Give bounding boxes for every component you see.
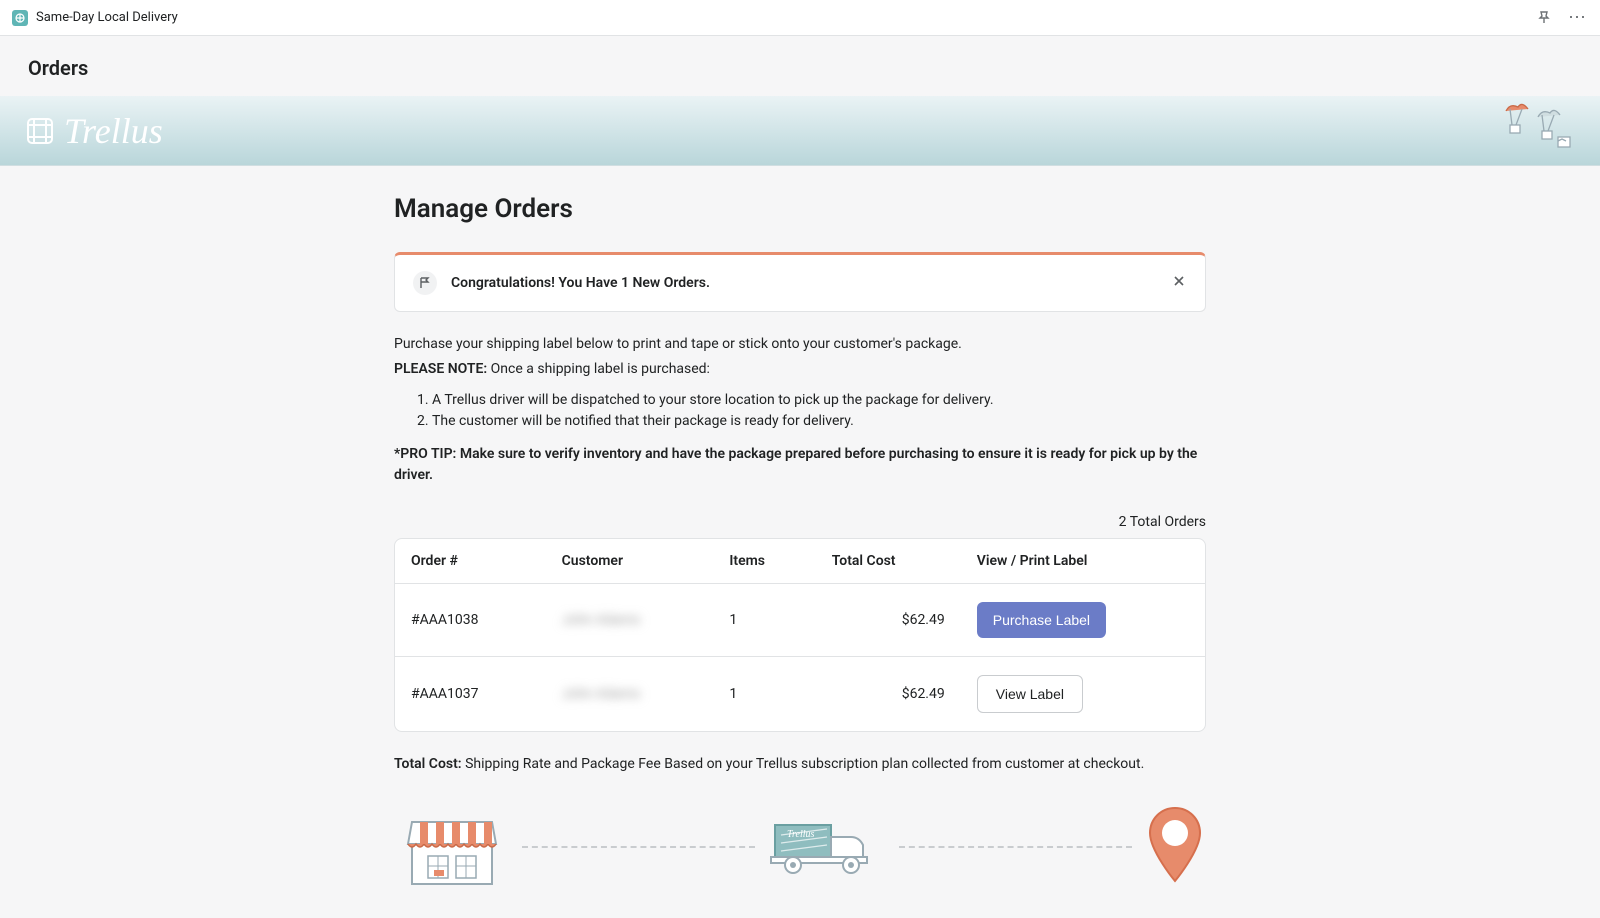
info-intro: Purchase your shipping label below to pr… bbox=[394, 334, 1206, 355]
orders-table: Order # Customer Items Total Cost View /… bbox=[394, 538, 1206, 732]
table-row: #AAA1037 John Adams 1 $62.49 View Label bbox=[395, 657, 1205, 731]
th-order-num: Order # bbox=[395, 539, 546, 584]
journey-line bbox=[899, 846, 1132, 848]
cell-customer: John Adams bbox=[546, 657, 714, 731]
brand-banner: Trellus bbox=[0, 96, 1600, 166]
close-icon[interactable] bbox=[1171, 273, 1187, 293]
th-customer: Customer bbox=[546, 539, 714, 584]
th-view-print: View / Print Label bbox=[961, 539, 1205, 584]
view-label-button[interactable]: View Label bbox=[977, 675, 1083, 713]
info-please-note: PLEASE NOTE: Once a shipping label is pu… bbox=[394, 359, 1206, 380]
content: Manage Orders Congratulations! You Have … bbox=[0, 166, 1600, 918]
app-title: Same-Day Local Delivery bbox=[36, 10, 178, 25]
container: Manage Orders Congratulations! You Have … bbox=[394, 194, 1206, 890]
table-row: #AAA1038 John Adams 1 $62.49 Purchase La… bbox=[395, 584, 1205, 657]
banner-left: Trellus bbox=[24, 110, 163, 152]
please-note-text: Once a shipping label is purchased: bbox=[487, 361, 710, 377]
cell-total-cost: $62.49 bbox=[816, 657, 961, 731]
info-list-item-1: A Trellus driver will be dispatched to y… bbox=[432, 390, 1206, 411]
page-title: Orders bbox=[28, 56, 1572, 80]
page-header: Orders bbox=[0, 36, 1600, 96]
brand-name: Trellus bbox=[64, 110, 163, 152]
cell-action: View Label bbox=[961, 657, 1205, 731]
alert-banner: Congratulations! You Have 1 New Orders. bbox=[394, 252, 1206, 312]
cell-customer: John Adams bbox=[546, 584, 714, 657]
truck-icon: Trellus bbox=[767, 815, 887, 879]
th-total-cost: Total Cost bbox=[816, 539, 961, 584]
topbar: Same-Day Local Delivery ⋯ bbox=[0, 0, 1600, 36]
svg-text:Trellus: Trellus bbox=[787, 829, 815, 840]
cell-total-cost: $62.49 bbox=[816, 584, 961, 657]
store-icon bbox=[394, 804, 510, 890]
topbar-right: ⋯ bbox=[1536, 7, 1588, 28]
journey-line bbox=[522, 846, 755, 848]
brand-logo-icon bbox=[24, 115, 56, 147]
cell-items: 1 bbox=[713, 584, 815, 657]
topbar-left: Same-Day Local Delivery bbox=[12, 10, 178, 26]
orders-count: 2 Total Orders bbox=[394, 514, 1206, 530]
banner-right bbox=[1486, 99, 1576, 163]
pro-tip: *PRO TIP: Make sure to verify inventory … bbox=[394, 444, 1206, 486]
cell-action: Purchase Label bbox=[961, 584, 1205, 657]
cell-items: 1 bbox=[713, 657, 815, 731]
please-note-label: PLEASE NOTE: bbox=[394, 361, 487, 377]
main-title: Manage Orders bbox=[394, 194, 1206, 224]
footer-note: Total Cost: Shipping Rate and Package Fe… bbox=[394, 756, 1206, 772]
delivery-journey: Trellus bbox=[394, 804, 1206, 890]
purchase-label-button[interactable]: Purchase Label bbox=[977, 602, 1106, 638]
cell-order-num: #AAA1038 bbox=[395, 584, 546, 657]
th-items: Items bbox=[713, 539, 815, 584]
alert-text: Congratulations! You Have 1 New Orders. bbox=[451, 275, 710, 291]
parachute-packages-icon bbox=[1486, 99, 1576, 159]
alert-left: Congratulations! You Have 1 New Orders. bbox=[413, 271, 710, 295]
location-pin-icon bbox=[1144, 805, 1206, 889]
pin-icon[interactable] bbox=[1536, 10, 1552, 26]
footer-note-text: Shipping Rate and Package Fee Based on y… bbox=[462, 756, 1145, 772]
more-icon[interactable]: ⋯ bbox=[1568, 7, 1588, 28]
footer-note-label: Total Cost: bbox=[394, 756, 462, 772]
info-list: A Trellus driver will be dispatched to y… bbox=[394, 390, 1206, 432]
app-icon bbox=[12, 10, 28, 26]
info-list-item-2: The customer will be notified that their… bbox=[432, 411, 1206, 432]
flag-icon bbox=[413, 271, 437, 295]
cell-order-num: #AAA1037 bbox=[395, 657, 546, 731]
